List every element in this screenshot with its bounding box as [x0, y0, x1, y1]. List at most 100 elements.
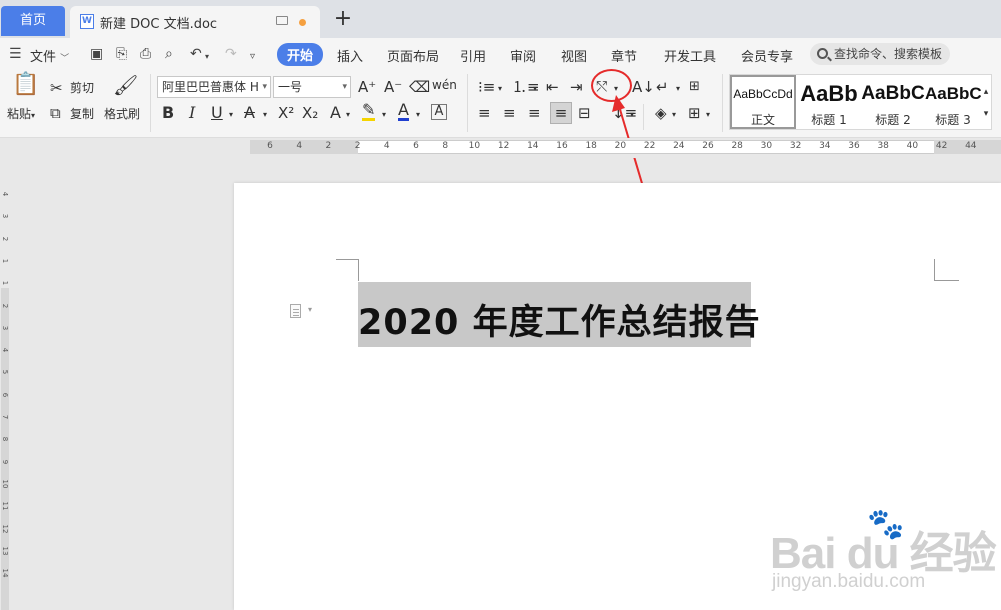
style-heading-2[interactable]: AaBbC 标题 2 [861, 75, 925, 131]
ruler-tick-label: 10 [468, 141, 481, 151]
ruler-tick-label: 42 [935, 141, 948, 151]
style-gallery: AaBbCcDd 正文 AaBb 标题 1 AaBbC 标题 2 AaBbC 标… [729, 74, 992, 130]
borders-dropdown-icon[interactable]: ▾ [706, 106, 710, 124]
char-border-icon[interactable]: A [431, 104, 447, 120]
font-name-select[interactable]: 阿里巴巴普惠体 H ▾ [157, 76, 271, 98]
vertical-ruler[interactable]: 4 3 2 1 1 2 3 4 5 6 7 8 9 10 11 12 13 14 [0, 158, 12, 610]
unsaved-dot-icon[interactable] [299, 19, 306, 26]
style-scroll-down-icon[interactable]: ▾ [981, 105, 991, 123]
tab-review[interactable]: 审阅 [510, 46, 536, 65]
style-normal[interactable]: AaBbCcDd 正文 [730, 75, 796, 129]
paste-icon[interactable]: 📋 [12, 74, 39, 96]
tab-start[interactable]: 开始 [277, 43, 324, 66]
ruler-tick-label: 4 [296, 141, 303, 151]
bullet-list-dropdown-icon[interactable]: ▾ [498, 80, 502, 98]
subscript-icon[interactable]: X₂ [302, 104, 318, 122]
new-tab-button[interactable]: + [332, 6, 354, 34]
word-doc-icon: W [80, 14, 94, 29]
font-color-icon[interactable]: A [398, 102, 409, 121]
ruler-tick-label: 34 [819, 141, 831, 151]
undo-icon[interactable]: ↶ [190, 46, 202, 62]
hamburger-menu-icon[interactable]: ☰ [9, 46, 22, 62]
paragraph-layout-dropdown-icon[interactable]: ▾ [308, 305, 312, 314]
show-hide-dropdown-icon[interactable]: ▾ [676, 80, 680, 98]
superscript-icon[interactable]: X² [278, 104, 294, 122]
ruler-tick-label: 6 [413, 141, 419, 151]
undo-dropdown-icon[interactable]: ▾ [205, 49, 209, 65]
highlight-dropdown-icon[interactable]: ▾ [382, 106, 386, 124]
style-heading-2-preview: AaBbC [861, 83, 925, 104]
format-painter-icon[interactable]: 🖌 [113, 75, 138, 95]
decrease-indent-icon[interactable]: ⇤ [546, 78, 559, 96]
underline-icon[interactable]: U [211, 104, 223, 122]
text-effect-icon[interactable]: A [330, 104, 341, 122]
text-effect-dropdown-icon[interactable]: ▾ [346, 106, 350, 124]
ruler-tick-label: 2 [325, 141, 332, 151]
style-heading-1-preview: AaBb [800, 81, 858, 106]
strikethrough-icon[interactable]: A [244, 104, 255, 122]
document-title-text[interactable]: 2020 年度工作总结报告 [358, 294, 761, 345]
save-icon[interactable]: ▣ [90, 46, 103, 62]
customize-toolbar-icon[interactable]: ▿ [250, 49, 255, 65]
style-scroll-up-icon[interactable]: ▴ [981, 83, 991, 101]
tab-developer[interactable]: 开发工具 [664, 46, 716, 65]
tab-document[interactable]: W 新建 DOC 文档.doc [70, 6, 320, 38]
decrease-font-icon[interactable]: A⁻ [384, 78, 402, 96]
export-icon[interactable]: ⎘ [116, 46, 127, 62]
paste-button[interactable]: 粘贴▾ [7, 106, 35, 124]
italic-icon[interactable]: I [189, 104, 195, 122]
crop-mark [934, 280, 959, 281]
align-left-icon[interactable]: ≡ [478, 104, 491, 122]
ruler-tick-label: 14 [527, 141, 539, 151]
highlight-icon[interactable]: ✎ [362, 102, 376, 121]
ruler-tick-label: 22 [643, 141, 656, 151]
font-size-select[interactable]: 一号 ▾ [273, 76, 351, 98]
paragraph-layout-icon[interactable] [290, 304, 301, 318]
tab-chapter[interactable]: 章节 [611, 46, 637, 65]
justify-icon[interactable]: ≡ [550, 102, 572, 124]
underline-dropdown-icon[interactable]: ▾ [229, 106, 233, 124]
vertical-ruler-tick-label: 5 [1, 370, 9, 375]
print-preview-icon[interactable]: ⌕ [165, 46, 173, 62]
increase-font-icon[interactable]: A⁺ [358, 78, 376, 96]
table-grid-icon[interactable]: ⊞ [689, 78, 700, 96]
tab-member[interactable]: 会员专享 [741, 46, 793, 65]
strikethrough-dropdown-icon[interactable]: ▾ [263, 106, 267, 124]
font-color-dropdown-icon[interactable]: ▾ [416, 106, 420, 124]
tab-references[interactable]: 引用 [460, 46, 486, 65]
menu-bar: ☰ 文件 ﹀ ▣ ⎘ ⎙ ⌕ ↶ ▾ ↷ ▿ 开始 插入 页面布局 引用 审阅 … [0, 38, 1001, 70]
redo-icon[interactable]: ↷ [225, 46, 237, 62]
command-search-input[interactable]: 查找命令、搜索模板 [810, 43, 950, 65]
copy-button[interactable]: 复制 [70, 106, 94, 122]
ruler-tick-label: 20 [614, 141, 627, 151]
monitor-icon[interactable] [276, 16, 288, 25]
bullet-list-icon[interactable]: ⁝≡ [478, 78, 495, 96]
file-menu[interactable]: 文件 ﹀ [30, 46, 69, 65]
numbered-list-dropdown-icon[interactable]: ▾ [533, 80, 537, 98]
paste-label: 粘贴 [7, 107, 32, 121]
style-heading-3[interactable]: AaBbC 标题 3 [925, 75, 981, 131]
phonetic-guide-icon[interactable]: wén [432, 76, 457, 94]
tab-view[interactable]: 视图 [561, 46, 587, 65]
align-right-icon[interactable]: ≡ [528, 104, 541, 122]
ruler-tick-label: 38 [877, 141, 889, 151]
print-icon[interactable]: ⎙ [140, 46, 151, 62]
distributed-align-icon[interactable]: ⊟ [578, 104, 591, 122]
tab-page-layout[interactable]: 页面布局 [387, 46, 439, 65]
tab-insert[interactable]: 插入 [337, 46, 363, 65]
increase-indent-icon[interactable]: ⇥ [570, 78, 583, 96]
horizontal-ruler[interactable]: 6 4 2 2 4 6 8 10 12 14 16 18 20 22 24 26 28 30 32 34 36 38 40 4… [0, 138, 1001, 158]
borders-icon[interactable]: ⊞ [688, 104, 701, 122]
format-painter-button[interactable]: 格式刷 [104, 106, 140, 122]
clear-format-icon[interactable]: ⌫ [409, 78, 430, 96]
vertical-ruler-tick-label: 13 [1, 546, 9, 556]
align-center-icon[interactable]: ≡ [503, 104, 516, 122]
cut-button[interactable]: 剪切 [70, 80, 94, 96]
vertical-ruler-tick-label: 8 [1, 437, 9, 442]
style-heading-1[interactable]: AaBb 标题 1 [797, 75, 861, 131]
tab-home[interactable]: 首页 [1, 6, 65, 36]
vertical-ruler-tick-label: 10 [1, 479, 9, 489]
vertical-ruler-tick-label: 9 [1, 459, 9, 464]
shading-dropdown-icon[interactable]: ▾ [672, 106, 676, 124]
bold-icon[interactable]: B [162, 104, 174, 122]
